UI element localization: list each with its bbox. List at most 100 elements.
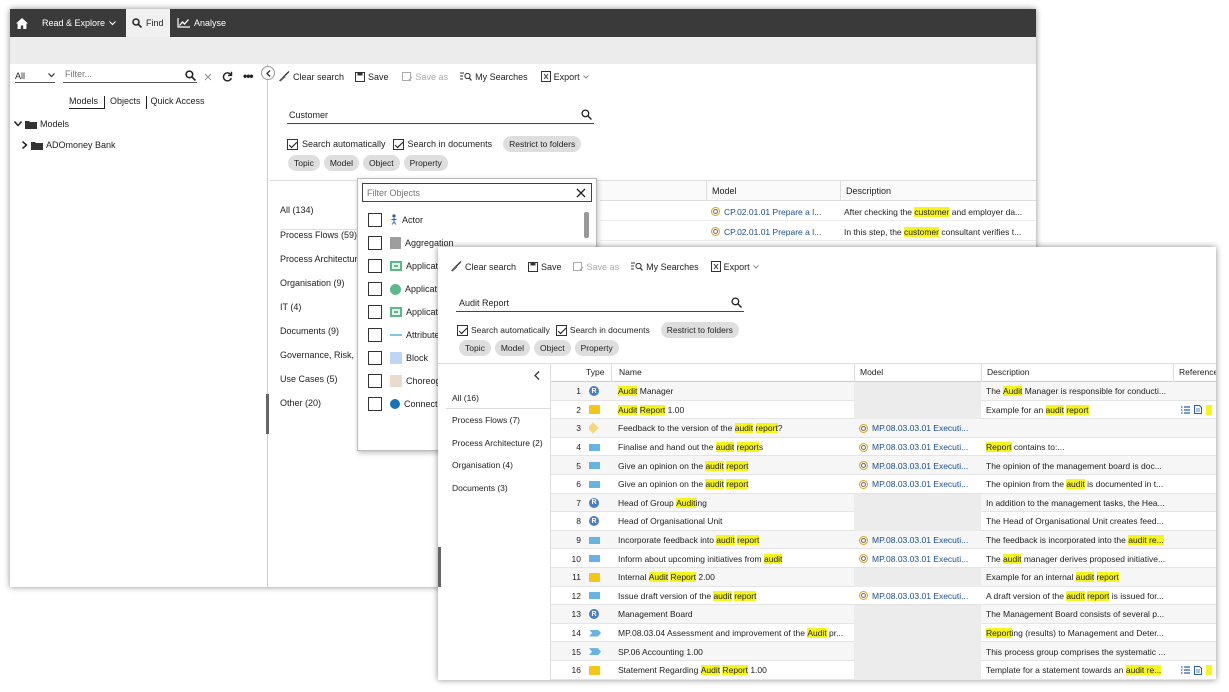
chip-property[interactable]: Property	[403, 155, 448, 171]
row-model-link[interactable]: MP.08.03.03.01 Executi...	[872, 423, 968, 433]
tree-node-models[interactable]: Models	[14, 119, 69, 129]
header-name[interactable]: Name	[611, 363, 854, 382]
row-name[interactable]: Give an opinion on the audit report	[618, 456, 852, 475]
object-type-checkbox[interactable]	[368, 397, 382, 411]
refresh-icon[interactable]	[222, 71, 233, 82]
facet-it[interactable]: IT (4)	[280, 302, 301, 312]
object-type-checkbox[interactable]	[368, 236, 382, 250]
chip-object[interactable]: Object	[363, 155, 400, 171]
save-as-button[interactable]: Save as	[572, 261, 619, 272]
facet-process-flows[interactable]: Process Flows (59)	[280, 230, 357, 240]
table-row[interactable]: CP.02.01.01 Prepare a l... After checkin…	[600, 202, 1036, 221]
row-model-link[interactable]: MP.08.03.03.01 Executi...	[872, 591, 968, 601]
object-type-checkbox[interactable]	[368, 351, 382, 365]
table-row[interactable]: 12 Issue draft version of the audit repor…	[551, 587, 1216, 606]
save-as-button[interactable]: Save as	[401, 71, 448, 82]
save-button[interactable]: Save	[355, 71, 389, 82]
row-name[interactable]: Head of Group Audit ing	[618, 494, 852, 513]
row-model-link[interactable]: MP.08.03.03.01 Executi...	[872, 535, 968, 545]
facet-process-architecture[interactable]: Process Architectur	[280, 254, 358, 264]
header-type[interactable]: Type	[586, 363, 611, 382]
table-row[interactable]: 2 Audit Report 1.00 Example for an audit r…	[551, 400, 1216, 420]
chip-model[interactable]: Model	[323, 155, 359, 171]
document-icon[interactable]	[1194, 665, 1202, 675]
row-name[interactable]: Issue draft version of the audit report	[618, 587, 852, 606]
row-model-link[interactable]: CP.02.01.01 Prepare a l...	[724, 227, 821, 237]
facet-organisation[interactable]: Organisation (4)	[452, 460, 513, 470]
facet-organisation[interactable]: Organisation (9)	[280, 278, 345, 288]
chevron-right-icon[interactable]	[22, 141, 28, 149]
row-model-link[interactable]: CP.02.01.01 Prepare a l...	[724, 207, 821, 217]
pane-resize-handle[interactable]	[438, 547, 441, 587]
search-icon[interactable]	[731, 297, 742, 308]
search-icon[interactable]	[185, 70, 196, 81]
row-model-link[interactable]: MP.08.03.03.01 Executi...	[872, 461, 968, 471]
object-type-checkbox[interactable]	[368, 213, 382, 227]
facet-documents[interactable]: Documents (9)	[280, 326, 339, 336]
row-name[interactable]: Internal Audit Report 2.00	[618, 568, 852, 587]
table-row[interactable]: 3 Feedback to the version of the audit re…	[551, 419, 1216, 438]
chip-object[interactable]: Object	[534, 340, 571, 356]
table-row[interactable]: 15 SP.06 Accounting 1.00 This process grou…	[551, 642, 1216, 661]
clear-search-button[interactable]: Clear search	[450, 261, 516, 272]
table-row[interactable]: 5 Give an opinion on the audit report MP.0…	[551, 456, 1216, 475]
row-name[interactable]: MP.08.03.04 Assessment and improvement o…	[618, 624, 852, 643]
search-automatically-checkbox[interactable]	[457, 324, 468, 336]
search-in-documents-checkbox[interactable]	[555, 324, 567, 336]
row-name[interactable]: Feedback to the version of the audit rep…	[618, 419, 852, 438]
facet-use-cases[interactable]: Use Cases (5)	[280, 374, 338, 384]
tab-models[interactable]: Models	[69, 96, 106, 109]
row-name[interactable]: Finalise and hand out the audit report s	[618, 438, 852, 457]
collapse-pane-button[interactable]	[261, 66, 275, 80]
row-name[interactable]: Inform about upcoming initiatives from a…	[618, 549, 852, 568]
header-model[interactable]: Model	[854, 363, 981, 382]
main-search-field[interactable]: Customer	[287, 107, 594, 124]
row-name[interactable]: Give an opinion on the audit report	[618, 475, 852, 494]
row-name[interactable]: Statement Regarding Audit Report 1.00	[618, 661, 852, 680]
my-searches-button[interactable]: My Searches	[460, 72, 528, 82]
header-model[interactable]: Model	[706, 181, 840, 201]
facet-process-architecture[interactable]: Process Architecture (2)	[452, 438, 543, 448]
restrict-to-folders-button[interactable]: Restrict to folders	[660, 322, 739, 338]
object-type-checkbox[interactable]	[368, 259, 382, 273]
export-menu[interactable]: Export	[540, 71, 589, 82]
object-type-item[interactable]: Choreog	[368, 374, 441, 388]
facet-other[interactable]: Other (20)	[280, 398, 321, 408]
more-options-icon[interactable]: •••	[243, 69, 254, 83]
row-model-link[interactable]: MP.08.03.03.01 Executi...	[872, 479, 968, 489]
table-row[interactable]: 14 MP.08.03.04 Assessment and improvement…	[551, 623, 1216, 643]
table-row[interactable]: CP.02.01.01 Prepare a l... In this step,…	[600, 222, 1036, 241]
find-tab[interactable]: Find	[126, 9, 170, 37]
home-button[interactable]	[16, 9, 28, 37]
row-name[interactable]: Head of Organisational Unit	[618, 512, 852, 531]
table-row[interactable]: 16 Statement Regarding Audit Report 1.00 T…	[551, 661, 1216, 680]
scope-select[interactable]: All	[15, 69, 55, 83]
object-type-item[interactable]: Block	[368, 351, 428, 365]
chip-model[interactable]: Model	[494, 340, 530, 356]
save-button[interactable]: Save	[528, 261, 562, 272]
row-name[interactable]: SP.06 Accounting 1.00	[618, 642, 852, 661]
header-references[interactable]: Reference	[1173, 363, 1216, 382]
row-name[interactable]: Management Board	[618, 605, 852, 624]
filter-objects-input[interactable]	[363, 187, 563, 198]
facet-documents[interactable]: Documents (3)	[452, 483, 508, 493]
read-explore-menu[interactable]: Read & Explore	[42, 9, 116, 37]
object-type-item[interactable]: Actor	[368, 213, 423, 227]
tree-node-adomoney[interactable]: ADOmoney Bank	[22, 140, 116, 150]
table-row[interactable]: 8 R Head of Organisational Unit The Head of…	[551, 512, 1216, 531]
row-model-link[interactable]: MP.08.03.03.01 Executi...	[872, 442, 968, 452]
object-type-item[interactable]: Applicat	[368, 282, 437, 296]
tab-objects[interactable]: Objects	[105, 96, 147, 109]
close-icon[interactable]	[204, 73, 212, 81]
tab-quick-access[interactable]: Quick Access	[147, 96, 209, 109]
row-name[interactable]: Incorporate feedback into audit report	[618, 531, 852, 550]
document-icon[interactable]	[1194, 405, 1202, 415]
table-row[interactable]: 1 R Audit Manager The Audit Manager is resp…	[551, 382, 1216, 401]
chip-topic[interactable]: Topic	[459, 340, 491, 356]
export-menu[interactable]: Export	[710, 261, 759, 272]
object-type-checkbox[interactable]	[368, 374, 382, 388]
chevron-down-icon[interactable]	[14, 121, 22, 127]
object-type-checkbox[interactable]	[368, 305, 382, 319]
chip-topic[interactable]: Topic	[288, 155, 320, 171]
analyse-tab[interactable]: Analyse	[177, 9, 226, 37]
